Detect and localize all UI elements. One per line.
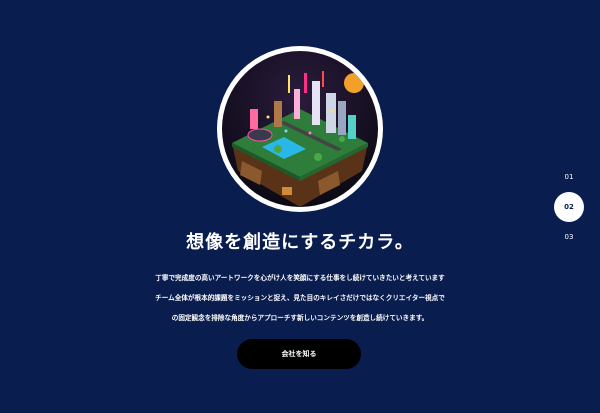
hero-section: 想像を創造にするチカラ。 丁寧で完成度の高いアートワークを心がけ人を笑顔にする仕… <box>0 0 600 413</box>
slide-nav-item-03[interactable]: 03 <box>554 222 584 252</box>
intro-text-line: チーム全体が根本的課題をミッションと捉え、見た目のキレイさだけではなくクリエイタ… <box>155 294 445 302</box>
about-company-button[interactable]: 会社を知る <box>237 339 361 369</box>
isometric-city-island-illustration <box>222 51 378 207</box>
intro-text-line: 丁寧で完成度の高いアートワークを心がけ人を笑顔にする仕事をし続けていきたいと考え… <box>155 274 445 282</box>
slide-nav-item-02[interactable]: 02 <box>554 192 584 222</box>
intro-text-line: の固定観念を排除な角度からアプローチす新しいコンテンツを創造し続けていきます。 <box>171 314 429 322</box>
slide-nav-item-01[interactable]: 01 <box>554 162 584 192</box>
intro-text: 丁寧で完成度の高いアートワークを心がけ人を笑顔にする仕事をし続けていきたいと考え… <box>70 268 530 328</box>
page-title: 想像を創造にするチカラ。 <box>186 232 414 253</box>
slide-pagination: 01 02 03 <box>554 162 584 252</box>
hero-image <box>217 46 383 212</box>
